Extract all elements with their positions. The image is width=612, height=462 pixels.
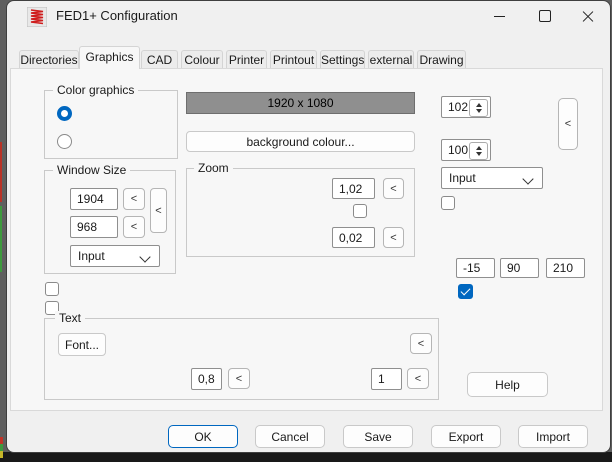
spring-app-icon [27, 7, 47, 27]
z-degrees-field[interactable]: 210 [546, 258, 585, 278]
window-size-mode-value: Input [78, 249, 105, 263]
window-size-mode-dropdown[interactable]: Input [70, 245, 160, 267]
font-revert-button[interactable]: < [410, 333, 432, 354]
window-size-xy-revert-button[interactable]: < [150, 188, 167, 233]
zoom-mouse-wheel-checkbox[interactable] [353, 204, 367, 218]
window-size-group-label: Window Size [53, 163, 130, 177]
dialog-element-size-spinner[interactable]: 100 [441, 139, 491, 161]
background-window-fragment [0, 444, 3, 451]
check-icon [461, 286, 471, 296]
import-button[interactable]: Import [518, 425, 588, 448]
window-size-y-field[interactable]: 968 [70, 216, 118, 238]
pan-faktor-revert-button[interactable]: < [383, 227, 404, 248]
background-colour-button[interactable]: background colour... [186, 131, 415, 152]
spin-down-icon[interactable] [476, 152, 482, 156]
spin-down-icon[interactable] [476, 109, 482, 113]
dialog-element-size-value: 100 [448, 143, 468, 157]
dialog-window-size-spinner[interactable]: 102 [441, 96, 491, 118]
color-radio[interactable] [57, 106, 72, 121]
window-size-x-revert-button[interactable]: < [123, 188, 145, 210]
background-window-fragment [0, 206, 2, 272]
dialog-window-size-value: 102 [448, 100, 468, 114]
export-button[interactable]: Export [431, 425, 501, 448]
edit-3d-checkbox[interactable] [458, 284, 473, 299]
tab-colour[interactable]: Colour [181, 50, 223, 69]
zoom-group [186, 168, 415, 257]
background-window-fragment [0, 451, 3, 458]
tab-printout[interactable]: Printout [270, 50, 317, 69]
dialog-size-revert-button[interactable]: < [558, 98, 578, 150]
tab-graphics[interactable]: Graphics [79, 46, 140, 69]
close-icon [581, 9, 595, 23]
close-button[interactable] [566, 0, 610, 32]
ok-button[interactable]: OK [168, 425, 238, 448]
help-button[interactable]: Help [467, 372, 548, 397]
textwidth-height-field[interactable]: 0,8 [191, 368, 222, 390]
border-line-checkbox[interactable] [45, 282, 59, 296]
save-button[interactable]: Save [343, 425, 413, 448]
input-mode-value: Input [449, 171, 476, 185]
input-mode-dropdown[interactable]: Input [441, 167, 543, 189]
textwidth-height-revert-button[interactable]: < [228, 368, 250, 389]
font-button[interactable]: Font... [58, 333, 106, 356]
chevron-down-icon [139, 251, 150, 262]
background-window-fragment [0, 142, 2, 202]
spin-up-icon[interactable] [476, 103, 482, 107]
zoom-increment-revert-button[interactable]: < [383, 178, 404, 199]
text-height-factor-revert-button[interactable]: < [407, 368, 429, 389]
tab-cad[interactable]: CAD [141, 50, 178, 69]
tab-settings[interactable]: Settings [320, 50, 365, 69]
zoom-increment-field[interactable]: 1,02 [332, 178, 375, 199]
pan-faktor-field[interactable]: 0,02 [332, 227, 375, 248]
tab-drawing[interactable]: Drawing [417, 50, 466, 69]
window-size-y-revert-button[interactable]: < [123, 216, 145, 238]
spinner-arrows[interactable] [469, 99, 488, 117]
window-size-x-field[interactable]: 1904 [70, 188, 118, 210]
spin-up-icon[interactable] [476, 146, 482, 150]
tab-external[interactable]: external [368, 50, 414, 69]
minimize-icon [494, 16, 505, 17]
maximize-button[interactable] [522, 0, 567, 32]
spinner-arrows[interactable] [469, 142, 488, 160]
tab-directories[interactable]: Directories [19, 50, 79, 69]
background-window-fragment [0, 437, 3, 444]
text-height-factor-field[interactable]: 1 [371, 368, 402, 390]
x-degrees-field[interactable]: -15 [456, 258, 495, 278]
monochrom-radio[interactable] [57, 134, 72, 149]
sizeable-checkbox[interactable] [441, 196, 455, 210]
cancel-button[interactable]: Cancel [255, 425, 325, 448]
chevron-down-icon [522, 173, 533, 184]
tab-printer[interactable]: Printer [226, 50, 267, 69]
window-title: FED1+ Configuration [56, 9, 178, 23]
text-group-label: Text [55, 311, 85, 325]
y-degrees-field[interactable]: 90 [500, 258, 539, 278]
zoom-group-label: Zoom [194, 161, 233, 175]
desktop-background: FED1+ Configuration Directories Graphics… [0, 0, 612, 462]
color-graphics-group-label: Color graphics [53, 83, 138, 97]
resolution-bar: 1920 x 1080 [186, 92, 415, 114]
minimize-button[interactable] [477, 0, 522, 32]
maximize-icon [539, 10, 551, 22]
